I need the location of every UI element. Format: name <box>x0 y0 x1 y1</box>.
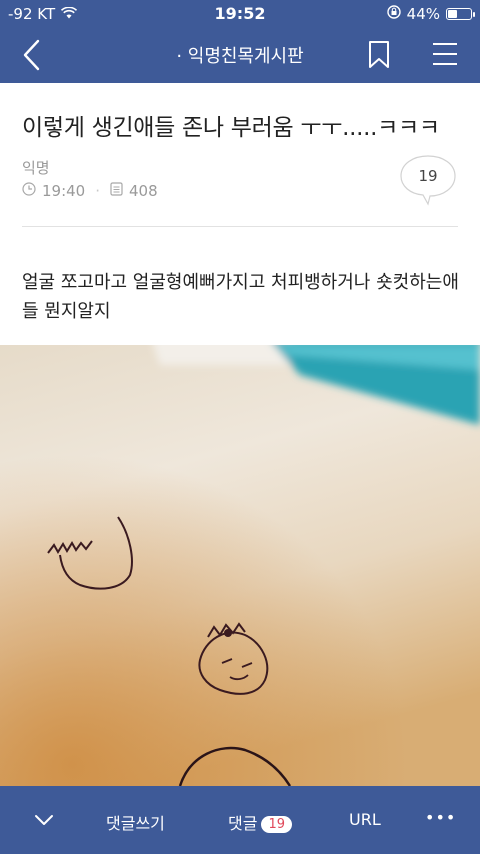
menu-icon[interactable] <box>432 42 458 66</box>
post-body: 얼굴 쪼고마고 얼굴형예뻐가지고 처피뱅하거나 숏컷하는애들 뭔지알지 <box>22 272 459 322</box>
chevron-down-icon[interactable] <box>34 812 54 831</box>
views-icon <box>110 182 123 200</box>
comments-count-badge: 19 <box>261 816 292 833</box>
more-icon[interactable]: ••• <box>425 808 456 827</box>
post-title: 이렇게 생긴애들 존나 부러움 ㅜㅜ.....ㅋㅋㅋ <box>22 115 440 141</box>
post-photo[interactable] <box>0 345 480 786</box>
write-comment-button[interactable]: 댓글쓰기 <box>106 810 165 834</box>
comment-bubble-icon[interactable]: 19 <box>399 154 457 206</box>
bottom-bar: 댓글쓰기 댓글 19 URL ••• <box>0 786 480 854</box>
divider <box>22 226 458 227</box>
comments-label: 댓글 <box>228 814 258 833</box>
bookmark-icon[interactable] <box>368 40 390 70</box>
comments-button[interactable]: 댓글 19 <box>228 810 292 834</box>
url-button[interactable]: URL <box>349 810 381 829</box>
battery-percent: 44% <box>406 5 440 23</box>
board-title: · 익명친목게시판 <box>176 46 304 67</box>
nav-bar: · 익명친목게시판 <box>0 28 480 83</box>
post-meta: 19:40 · 408 <box>22 182 158 200</box>
post-author: 익명 <box>22 159 50 177</box>
post-views: 408 <box>129 182 158 200</box>
status-bar: -92 KT 19:52 44% <box>0 0 480 28</box>
clock-icon <box>22 182 36 200</box>
top-bar: -92 KT 19:52 44% · 익명친목게시판 <box>0 0 480 83</box>
battery-icon <box>446 8 475 20</box>
alarm-lock-icon <box>386 5 401 23</box>
post-time: 19:40 <box>42 182 86 200</box>
meta-separator: · <box>95 182 101 200</box>
comment-count: 19 <box>418 167 438 185</box>
